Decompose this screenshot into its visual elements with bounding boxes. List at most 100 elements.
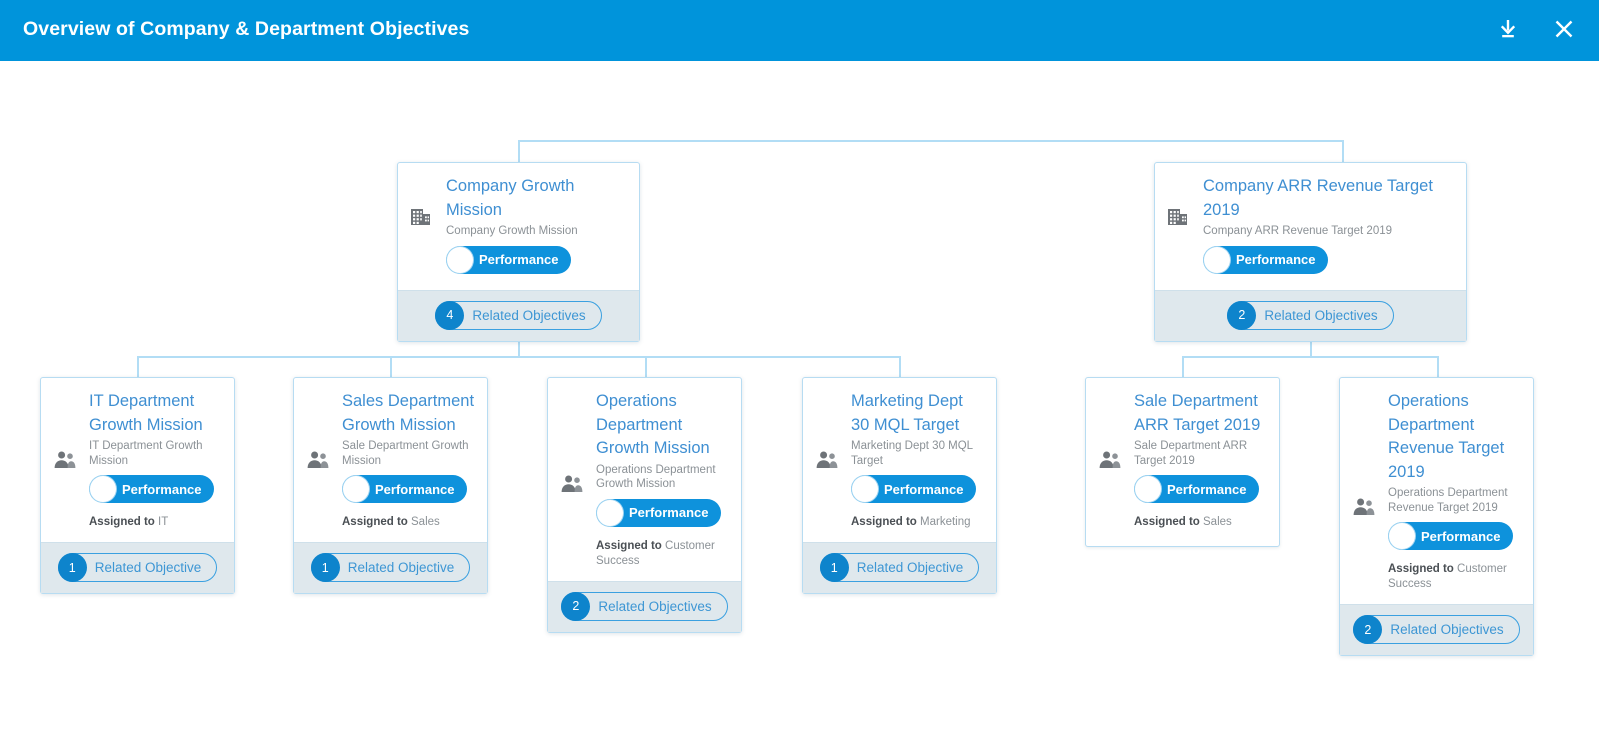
objective-card-operations-department-revenue-target-2019[interactable]: Operations Department Revenue Target 201… (1339, 377, 1534, 656)
toggle-label: Performance (1167, 481, 1247, 497)
connector-to-marketing-dept (899, 356, 901, 377)
related-count-badge: 1 (819, 553, 849, 582)
related-objectives-label: Related Objective (347, 560, 455, 575)
building-icon (1167, 207, 1188, 232)
building-icon (410, 207, 431, 232)
related-objectives-button[interactable]: 1 Related Objective (310, 553, 471, 582)
objective-card-sale-department-arr-target-2019[interactable]: Sale Department ARR Target 2019 Sale Dep… (1085, 377, 1280, 547)
toggle-row: Performance (446, 239, 627, 278)
card-footer: 1 Related Objective (803, 542, 996, 593)
toggle-knob (343, 476, 369, 502)
related-objectives-button[interactable]: 2 Related Objectives (1353, 615, 1520, 644)
toggle-knob (597, 499, 623, 526)
assigned-to: Assigned to Sales (342, 507, 475, 530)
toggle-knob (1204, 246, 1230, 273)
performance-toggle[interactable]: Performance (342, 475, 468, 503)
toggle-knob (1135, 476, 1161, 502)
objective-card-company-arr-revenue-target-2019[interactable]: Company ARR Revenue Target 2019 Company … (1154, 162, 1467, 342)
connector-to-operations-dept (645, 356, 647, 377)
people-icon (306, 450, 331, 474)
assigned-to-value: Sales (1203, 516, 1232, 528)
connector-to-sale-arr (1182, 356, 1184, 377)
toggle-row: Performance (1388, 515, 1521, 554)
card-title: Marketing Dept 30 MQL Target (851, 392, 963, 434)
related-objectives-button[interactable]: 4 Related Objectives (435, 300, 602, 330)
performance-toggle[interactable]: Performance (596, 498, 722, 527)
performance-toggle[interactable]: Performance (89, 475, 215, 503)
card-footer: 2 Related Objectives (1155, 289, 1466, 341)
toggle-knob (852, 476, 878, 502)
performance-toggle[interactable]: Performance (1203, 245, 1329, 274)
card-body: Marketing Dept 30 MQL Target Marketing D… (803, 378, 996, 542)
toggle-knob (90, 476, 116, 502)
app-header: Overview of Company & Department Objecti… (0, 0, 1599, 61)
performance-toggle[interactable]: Performance (446, 245, 572, 274)
performance-toggle[interactable]: Performance (1134, 475, 1260, 503)
toggle-row: Performance (89, 468, 222, 507)
card-texts: Marketing Dept 30 MQL Target Marketing D… (851, 378, 996, 530)
objective-card-sales-department-growth-mission[interactable]: Sales Department Growth Mission Sale Dep… (293, 377, 488, 594)
toggle-row: Performance (1203, 239, 1454, 278)
objective-card-marketing-dept-30-mql-target[interactable]: Marketing Dept 30 MQL Target Marketing D… (802, 377, 997, 594)
card-title: Operations Department Revenue Target 201… (1388, 392, 1505, 481)
objective-card-company-growth-mission[interactable]: Company Growth Mission Company Growth Mi… (397, 162, 640, 342)
toggle-label: Performance (884, 481, 964, 497)
connector-root-to-growth (518, 140, 520, 163)
toggle-label: Performance (375, 481, 455, 497)
card-texts: Operations Department Growth Mission Ope… (596, 378, 741, 569)
related-objectives-button[interactable]: 2 Related Objectives (561, 591, 728, 621)
related-objectives-button[interactable]: 2 Related Objectives (1227, 300, 1394, 330)
card-body: IT Department Growth Mission IT Departme… (41, 378, 234, 542)
objective-card-it-department-growth-mission[interactable]: IT Department Growth Mission IT Departme… (40, 377, 235, 594)
card-body: Company Growth Mission Company Growth Mi… (398, 163, 639, 290)
connector-to-it-dept (137, 356, 139, 377)
related-count-badge: 2 (1227, 300, 1257, 330)
people-icon (1098, 450, 1123, 474)
card-subtitle: IT Department Growth Mission (89, 440, 203, 467)
close-button[interactable] (1549, 13, 1579, 45)
assigned-to-prefix: Assigned to (596, 539, 662, 552)
chart-canvas: Company Growth Mission Company Growth Mi… (0, 61, 1599, 744)
related-count-badge: 4 (435, 300, 465, 330)
assigned-to-value: Sales (411, 516, 440, 528)
related-count-badge: 2 (561, 591, 591, 621)
card-title: Company Growth Mission (446, 177, 575, 219)
assigned-to: Assigned to IT (89, 507, 222, 530)
related-objectives-label: Related Objective (856, 560, 964, 575)
related-count-badge: 1 (310, 553, 340, 582)
assigned-to-value: IT (158, 516, 169, 528)
related-objectives-label: Related Objectives (598, 598, 712, 614)
card-title: Company ARR Revenue Target 2019 (1203, 177, 1433, 219)
assigned-to-prefix: Assigned to (342, 516, 408, 528)
card-title: IT Department Growth Mission (89, 392, 203, 434)
toggle-knob (447, 246, 473, 273)
card-footer: 2 Related Objectives (1340, 604, 1533, 655)
card-body: Sales Department Growth Mission Sale Dep… (294, 378, 487, 542)
objective-card-operations-department-growth-mission[interactable]: Operations Department Growth Mission Ope… (547, 377, 742, 633)
org-chart-page: Overview of Company & Department Objecti… (0, 0, 1599, 744)
card-footer: 4 Related Objectives (398, 289, 639, 341)
related-count-badge: 2 (1353, 615, 1383, 644)
download-icon (1500, 20, 1516, 38)
card-body: Company ARR Revenue Target 2019 Company … (1155, 163, 1466, 290)
related-objectives-button[interactable]: 1 Related Objective (57, 553, 218, 582)
card-subtitle: Operations Department Growth Mission (596, 463, 716, 491)
card-body: Operations Department Revenue Target 201… (1340, 378, 1533, 604)
people-icon (1352, 497, 1377, 521)
assigned-to: Assigned to Customer Success (1388, 554, 1521, 592)
card-title: Operations Department Growth Mission (596, 392, 710, 457)
toggle-label: Performance (1421, 528, 1501, 544)
performance-toggle[interactable]: Performance (1388, 522, 1514, 550)
performance-toggle[interactable]: Performance (851, 475, 977, 503)
related-objectives-button[interactable]: 1 Related Objective (819, 553, 980, 582)
download-button[interactable] (1493, 13, 1523, 45)
toggle-row: Performance (851, 468, 984, 507)
card-subtitle: Sale Department Growth Mission (342, 440, 469, 467)
card-subtitle: Sale Department ARR Target 2019 (1134, 440, 1248, 467)
people-icon (53, 450, 78, 474)
connector-arr-bus (1182, 356, 1438, 358)
assigned-to-prefix: Assigned to (1134, 516, 1200, 528)
header-actions (1493, 13, 1579, 45)
assigned-to: Assigned to Sales (1134, 507, 1267, 530)
connector-to-sales-dept (390, 356, 392, 377)
